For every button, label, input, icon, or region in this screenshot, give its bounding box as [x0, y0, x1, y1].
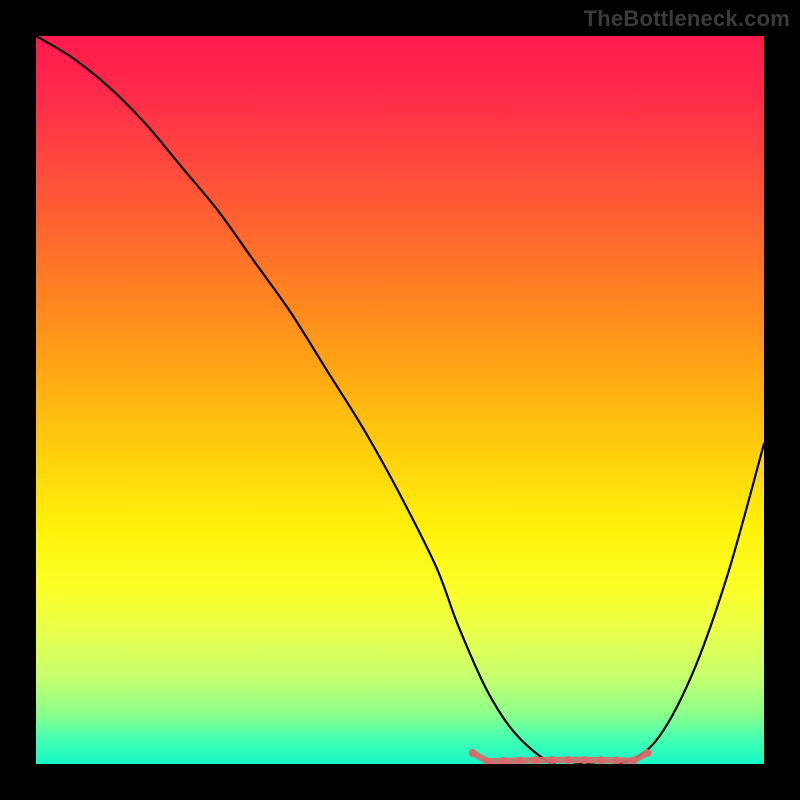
- flat-zone-dot: [644, 749, 652, 757]
- flat-zone-dot: [532, 756, 540, 764]
- flat-zone-line: [473, 753, 648, 761]
- flat-zone-dot: [580, 756, 588, 764]
- curve-svg: [36, 36, 764, 764]
- flat-zone-dot: [597, 756, 605, 764]
- plot-area: [36, 36, 764, 764]
- flat-zone-dot: [564, 756, 572, 764]
- watermark-text: TheBottleneck.com: [584, 6, 790, 32]
- flat-zone-markers: [469, 749, 652, 764]
- chart-frame: TheBottleneck.com: [0, 0, 800, 800]
- flat-zone-dot: [548, 756, 556, 764]
- flat-zone-dot: [469, 749, 477, 757]
- bottleneck-curve: [36, 36, 764, 764]
